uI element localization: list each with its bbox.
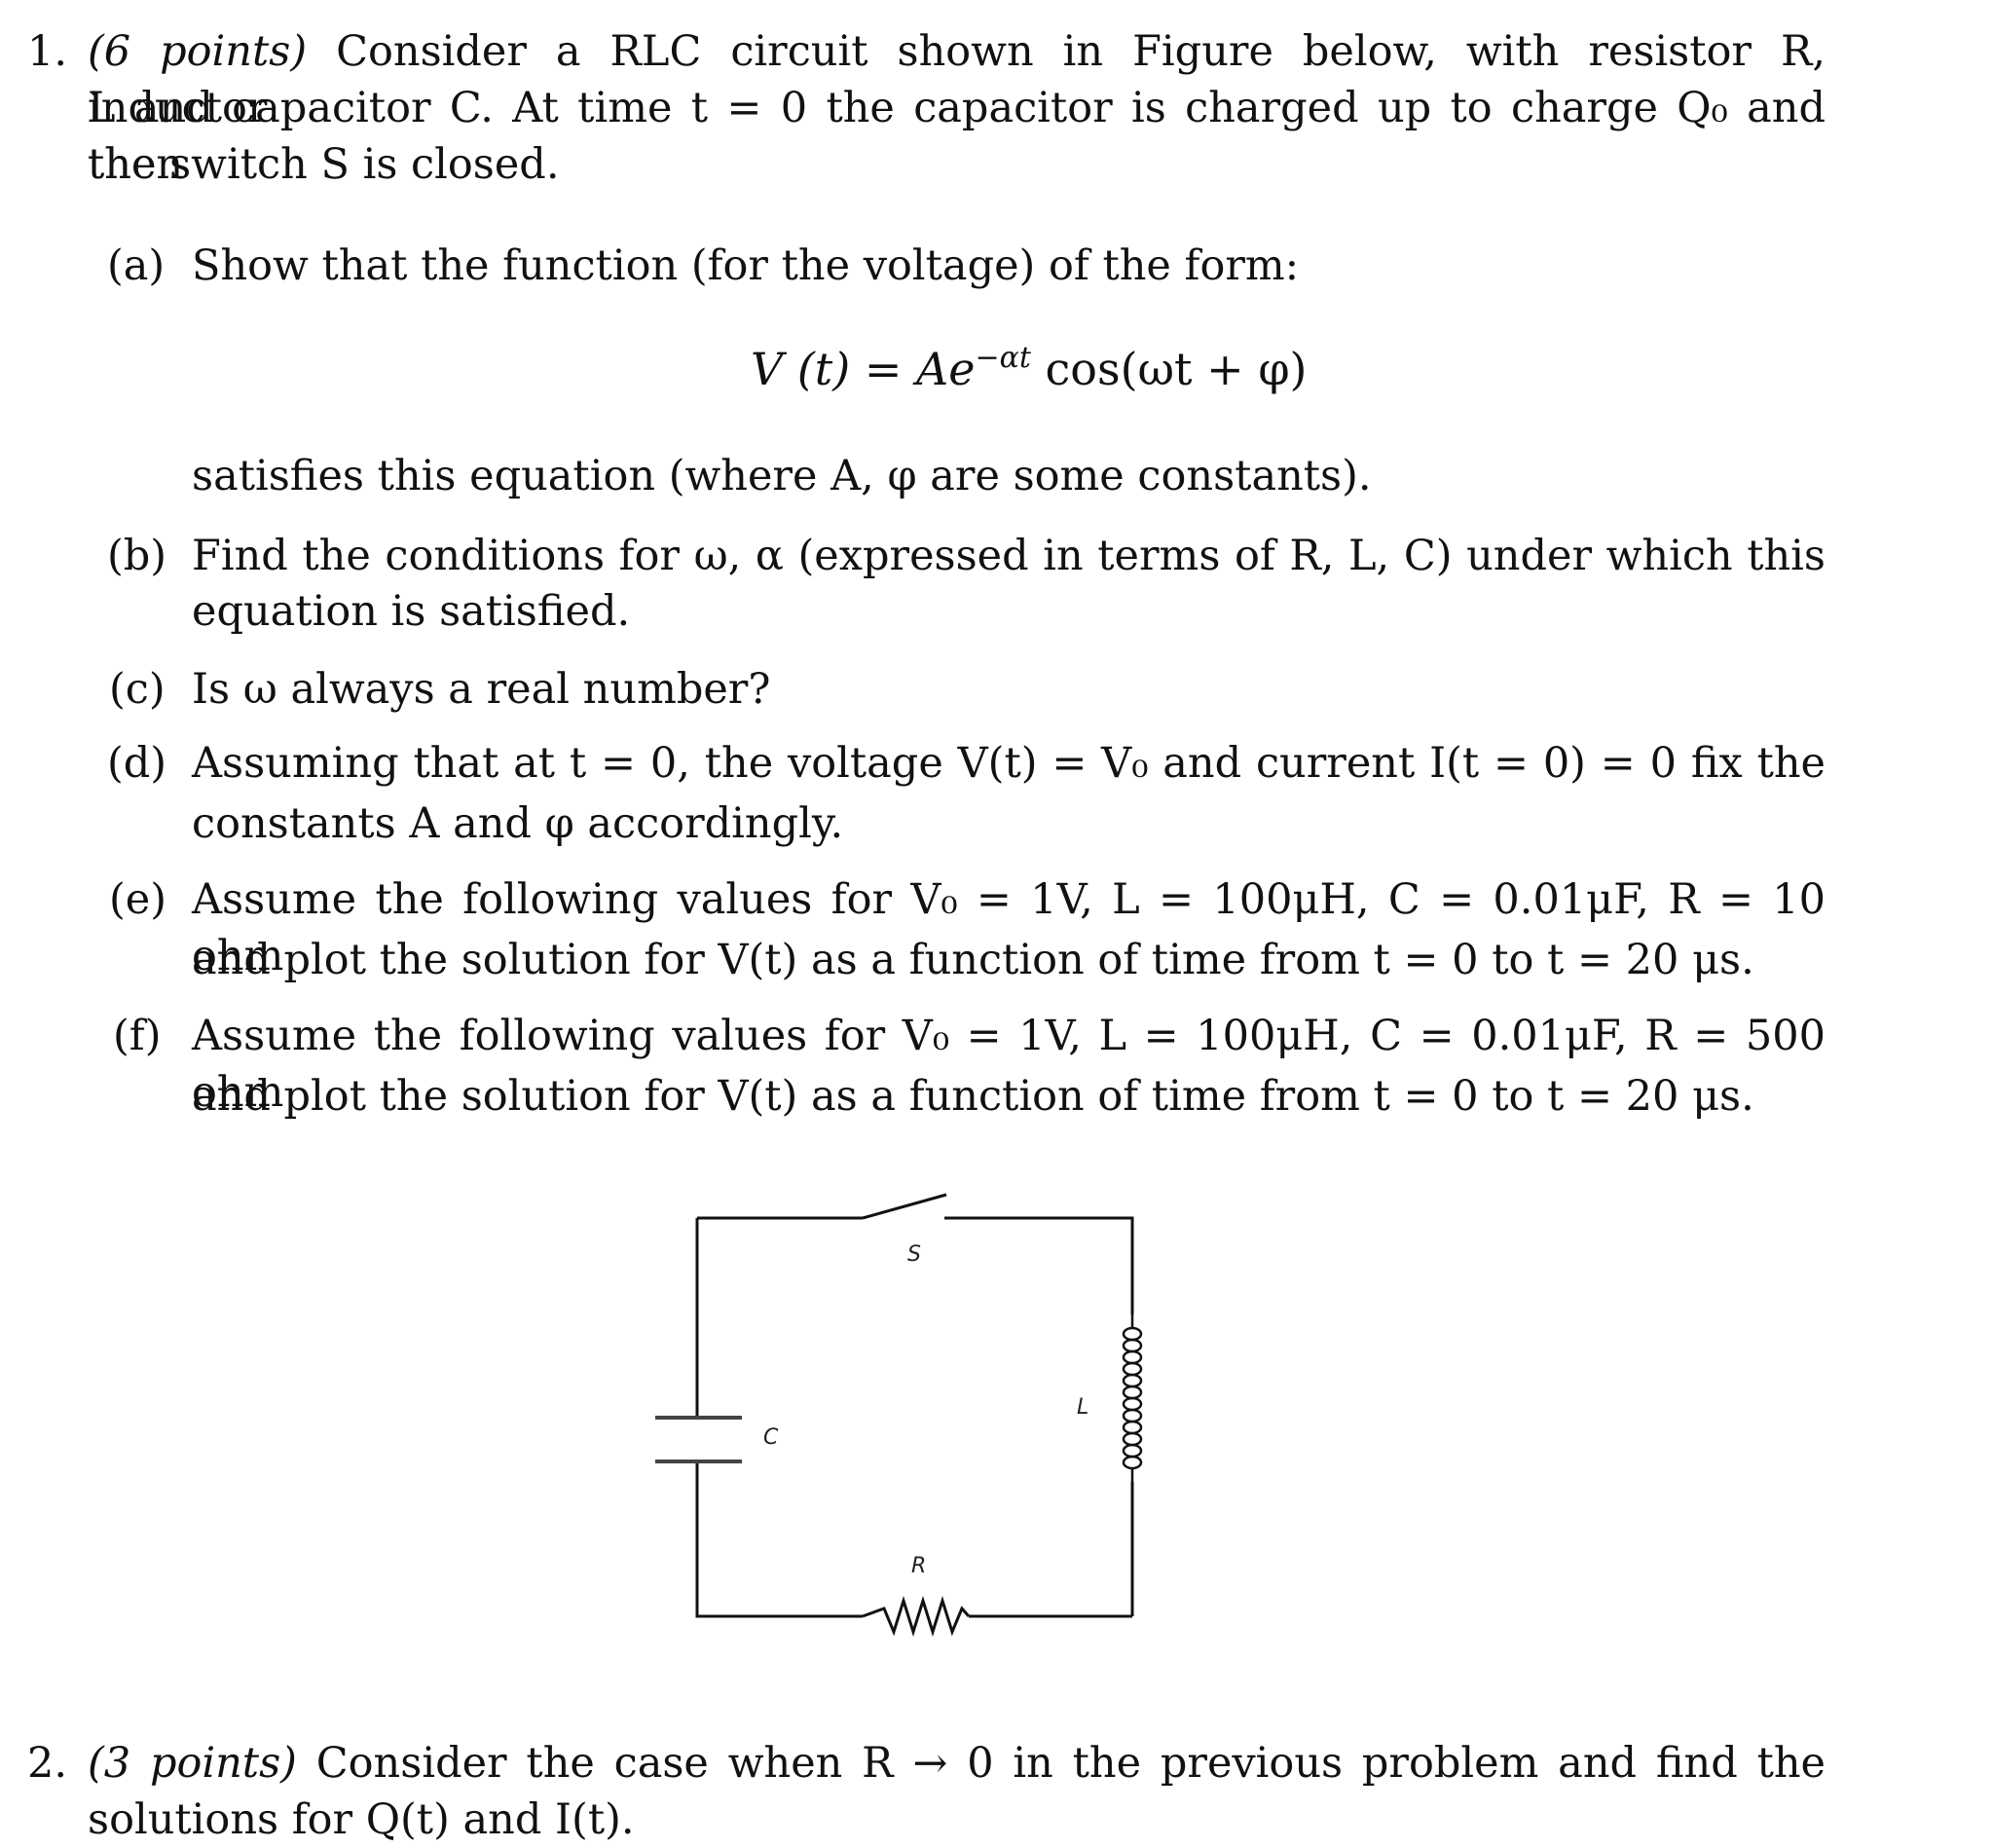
part-b-label: (b)	[107, 532, 167, 580]
part-e-label: (e)	[109, 875, 166, 924]
rlc-circuit-diagram: S C L R	[655, 1193, 1143, 1638]
problem-1-intro-line-3: the switch S is closed.	[88, 140, 560, 189]
equation-rhs: cos(ωt + φ)	[1030, 343, 1308, 395]
part-b-line-2: equation is satisfied.	[192, 587, 631, 636]
problem-2-number: 2.	[27, 1739, 68, 1788]
part-b-line-1: Find the conditions for ω, α (expressed …	[192, 532, 1826, 580]
part-d-line-1: Assuming that at t = 0, the voltage V(t)…	[192, 739, 1826, 788]
resistor-label: R	[911, 1554, 926, 1578]
part-a-text: Show that the function (for the voltage)…	[192, 241, 1300, 290]
part-d-line-2: constants A and φ accordingly.	[192, 799, 844, 848]
switch-blade	[862, 1193, 947, 1220]
problem-2-line-2: solutions for Q(t) and I(t).	[88, 1795, 635, 1844]
voltage-equation: V (t) = Ae−αt cos(ωt + φ)	[751, 341, 1307, 397]
part-f-label: (f)	[113, 1012, 162, 1060]
wire-bottom-left	[695, 1461, 863, 1618]
part-f-line-2: and plot the solution for V(t) as a func…	[192, 1072, 1754, 1121]
capacitor-label: C	[763, 1425, 779, 1450]
inductor-label: L	[1077, 1395, 1088, 1420]
part-c-text: Is ω always a real number?	[192, 665, 771, 714]
switch-label: S	[907, 1242, 921, 1267]
part-a-label: (a)	[107, 241, 166, 290]
problem-1-points: (6 points)	[88, 27, 308, 76]
wire-top-right	[944, 1216, 1134, 1314]
problem-2-line-1: (3 points) Consider the case when R → 0 …	[88, 1739, 1826, 1788]
part-a-followup: satisfies this equation (where A, φ are …	[192, 452, 1372, 500]
problem-1-number: 1.	[27, 27, 68, 76]
part-c-label: (c)	[109, 665, 166, 714]
part-d-label: (d)	[107, 739, 167, 788]
equation-lhs: V (t) = Ae	[751, 343, 976, 395]
equation-exponent: −αt	[975, 341, 1031, 375]
inductor-coil	[1122, 1314, 1143, 1482]
part-e-line-2: and plot the solution for V(t) as a func…	[192, 936, 1754, 984]
resistor-zigzag	[862, 1595, 971, 1638]
problem-2-points: (3 points)	[88, 1739, 297, 1788]
